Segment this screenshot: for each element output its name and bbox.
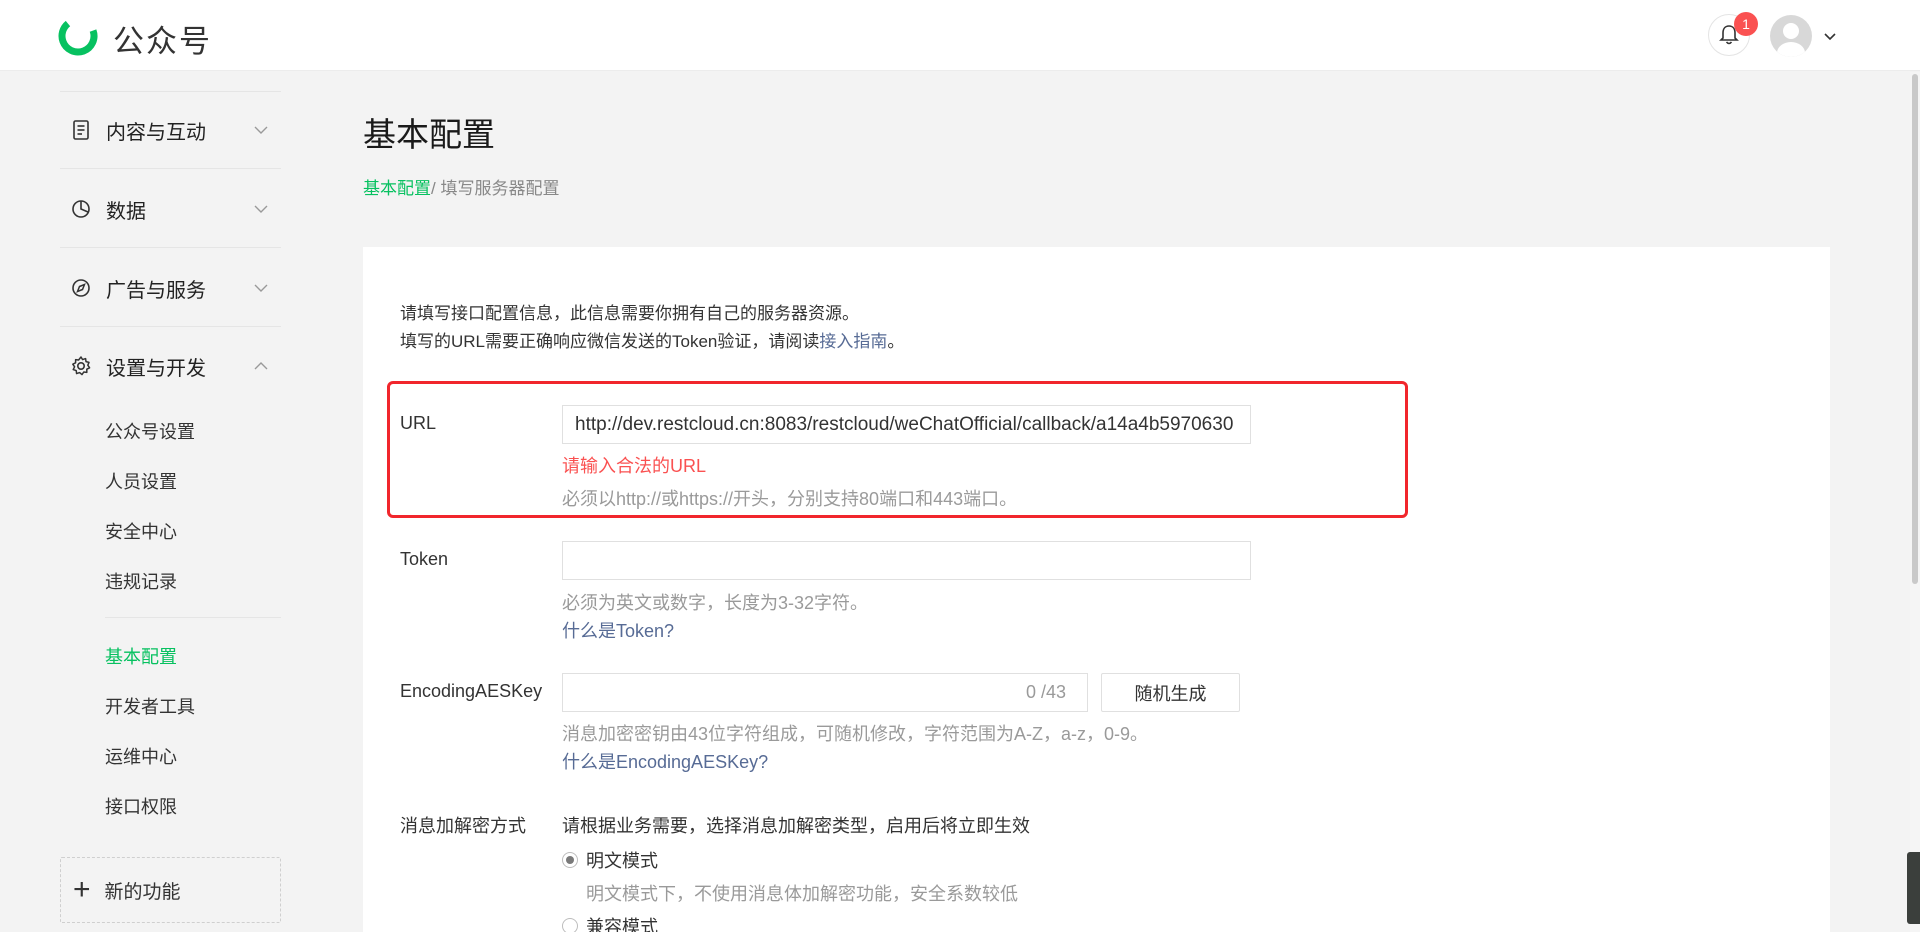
breadcrumb-current: 填写服务器配置 [440,179,560,198]
encryption-mode-label: 消息加解密方式 [400,816,526,836]
sidebar-group-ads[interactable]: 广告与服务 [60,268,281,308]
sidebar-item-security-center[interactable]: 安全中心 [105,518,177,544]
chevron-up-icon [254,362,268,370]
sidebar-item-api-permissions[interactable]: 接口权限 [105,793,177,819]
radio-compatible-mode[interactable]: 兼容模式 [562,913,658,932]
sidebar-item-account-settings[interactable]: 公众号设置 [105,418,195,444]
scrollbar-thumb[interactable] [1912,74,1918,584]
access-guide-link[interactable]: 接入指南 [819,332,887,351]
radio-plaintext-mode[interactable]: 明文模式 [562,847,658,873]
intro-line-2-suffix: 。 [887,332,905,351]
aes-key-input[interactable] [562,673,1088,712]
sidebar-item-developer-tools[interactable]: 开发者工具 [105,693,195,719]
aes-key-label: EncodingAESKey [400,681,543,701]
token-input[interactable] [562,541,1251,580]
sidebar-group-label: 数据 [106,200,146,223]
chevron-down-icon [254,284,268,292]
plus-icon: + [73,873,91,906]
url-hint: 必须以http://或https://开头，分别支持80端口和443端口。 [562,489,1018,509]
sidebar-divider [60,168,281,169]
pie-chart-icon [70,198,92,220]
sidebar-divider [60,91,281,92]
sidebar-item-ops-center[interactable]: 运维中心 [105,743,177,769]
intro-line-2-prefix: 填写的URL需要正确响应微信发送的Token验证，请阅读 [400,332,820,351]
wechat-logo-icon[interactable] [58,16,98,56]
sidebar-divider [60,326,281,327]
url-error-message: 请输入合法的URL [562,456,707,476]
intro-line-1: 请填写接口配置信息，此信息需要你拥有自己的服务器资源。 [400,304,859,323]
radio-unchecked-icon [562,918,578,932]
gear-icon [70,355,92,377]
chevron-down-icon [254,205,268,213]
radio-label: 兼容模式 [586,917,658,932]
token-label: Token [400,549,449,569]
new-feature-button[interactable]: + 新的功能 [60,857,281,923]
user-avatar-icon [1777,23,1805,57]
url-input[interactable]: http://dev.restcloud.cn:8083/restcloud/w… [562,405,1251,444]
brand-name[interactable]: 公众号 [113,16,212,61]
compass-icon [70,277,92,299]
sidebar-group-label: 内容与互动 [106,121,206,144]
radio-checked-icon [562,852,578,868]
generate-key-button[interactable]: 随机生成 [1101,673,1240,712]
aes-key-counter: 0 /43 [1026,682,1067,702]
sidebar-divider [105,617,281,618]
top-bar: 公众号 1 [0,0,1920,71]
page-title: 基本配置 [363,116,495,153]
floating-widget[interactable] [1907,852,1920,924]
sidebar-divider [60,247,281,248]
breadcrumb: 基本配置/ 填写服务器配置 [363,174,559,199]
avatar[interactable] [1770,15,1812,57]
intro-line-2: 填写的URL需要正确响应微信发送的Token验证，请阅读接入指南。 [400,328,904,356]
chevron-down-icon [254,126,268,134]
notification-badge: 1 [1734,12,1758,36]
sidebar-group-label: 广告与服务 [106,279,206,302]
sidebar-item-staff-settings[interactable]: 人员设置 [105,468,177,494]
aes-key-help-link[interactable]: 什么是EncodingAESKey? [562,748,768,774]
sidebar-item-basic-config[interactable]: 基本配置 [105,643,177,669]
sidebar-item-violation-records[interactable]: 违规记录 [105,568,177,594]
sidebar-group-label: 设置与开发 [106,357,206,380]
chevron-down-icon[interactable] [1822,28,1838,44]
token-help-link[interactable]: 什么是Token? [562,617,674,643]
new-feature-label: 新的功能 [104,881,181,903]
plaintext-mode-description: 明文模式下，不使用消息体加解密功能，安全系数较低 [586,884,1018,904]
sidebar-group-settings[interactable]: 设置与开发 [60,346,281,386]
document-icon [70,119,92,141]
encryption-mode-description: 请根据业务需要，选择消息加解密类型，启用后将立即生效 [562,816,1030,836]
breadcrumb-link[interactable]: 基本配置 [363,179,431,198]
radio-label: 明文模式 [586,851,658,871]
intro-text: 请填写接口配置信息，此信息需要你拥有自己的服务器资源。 填写的URL需要正确响应… [400,300,904,356]
sidebar-group-data[interactable]: 数据 [60,189,281,229]
url-label: URL [400,413,437,433]
sidebar-group-content[interactable]: 内容与互动 [60,110,281,150]
token-hint: 必须为英文或数字，长度为3-32字符。 [562,593,869,613]
aes-key-hint: 消息加密密钥由43位字符组成，可随机修改，字符范围为A-Z，a-z，0-9。 [562,724,1149,744]
